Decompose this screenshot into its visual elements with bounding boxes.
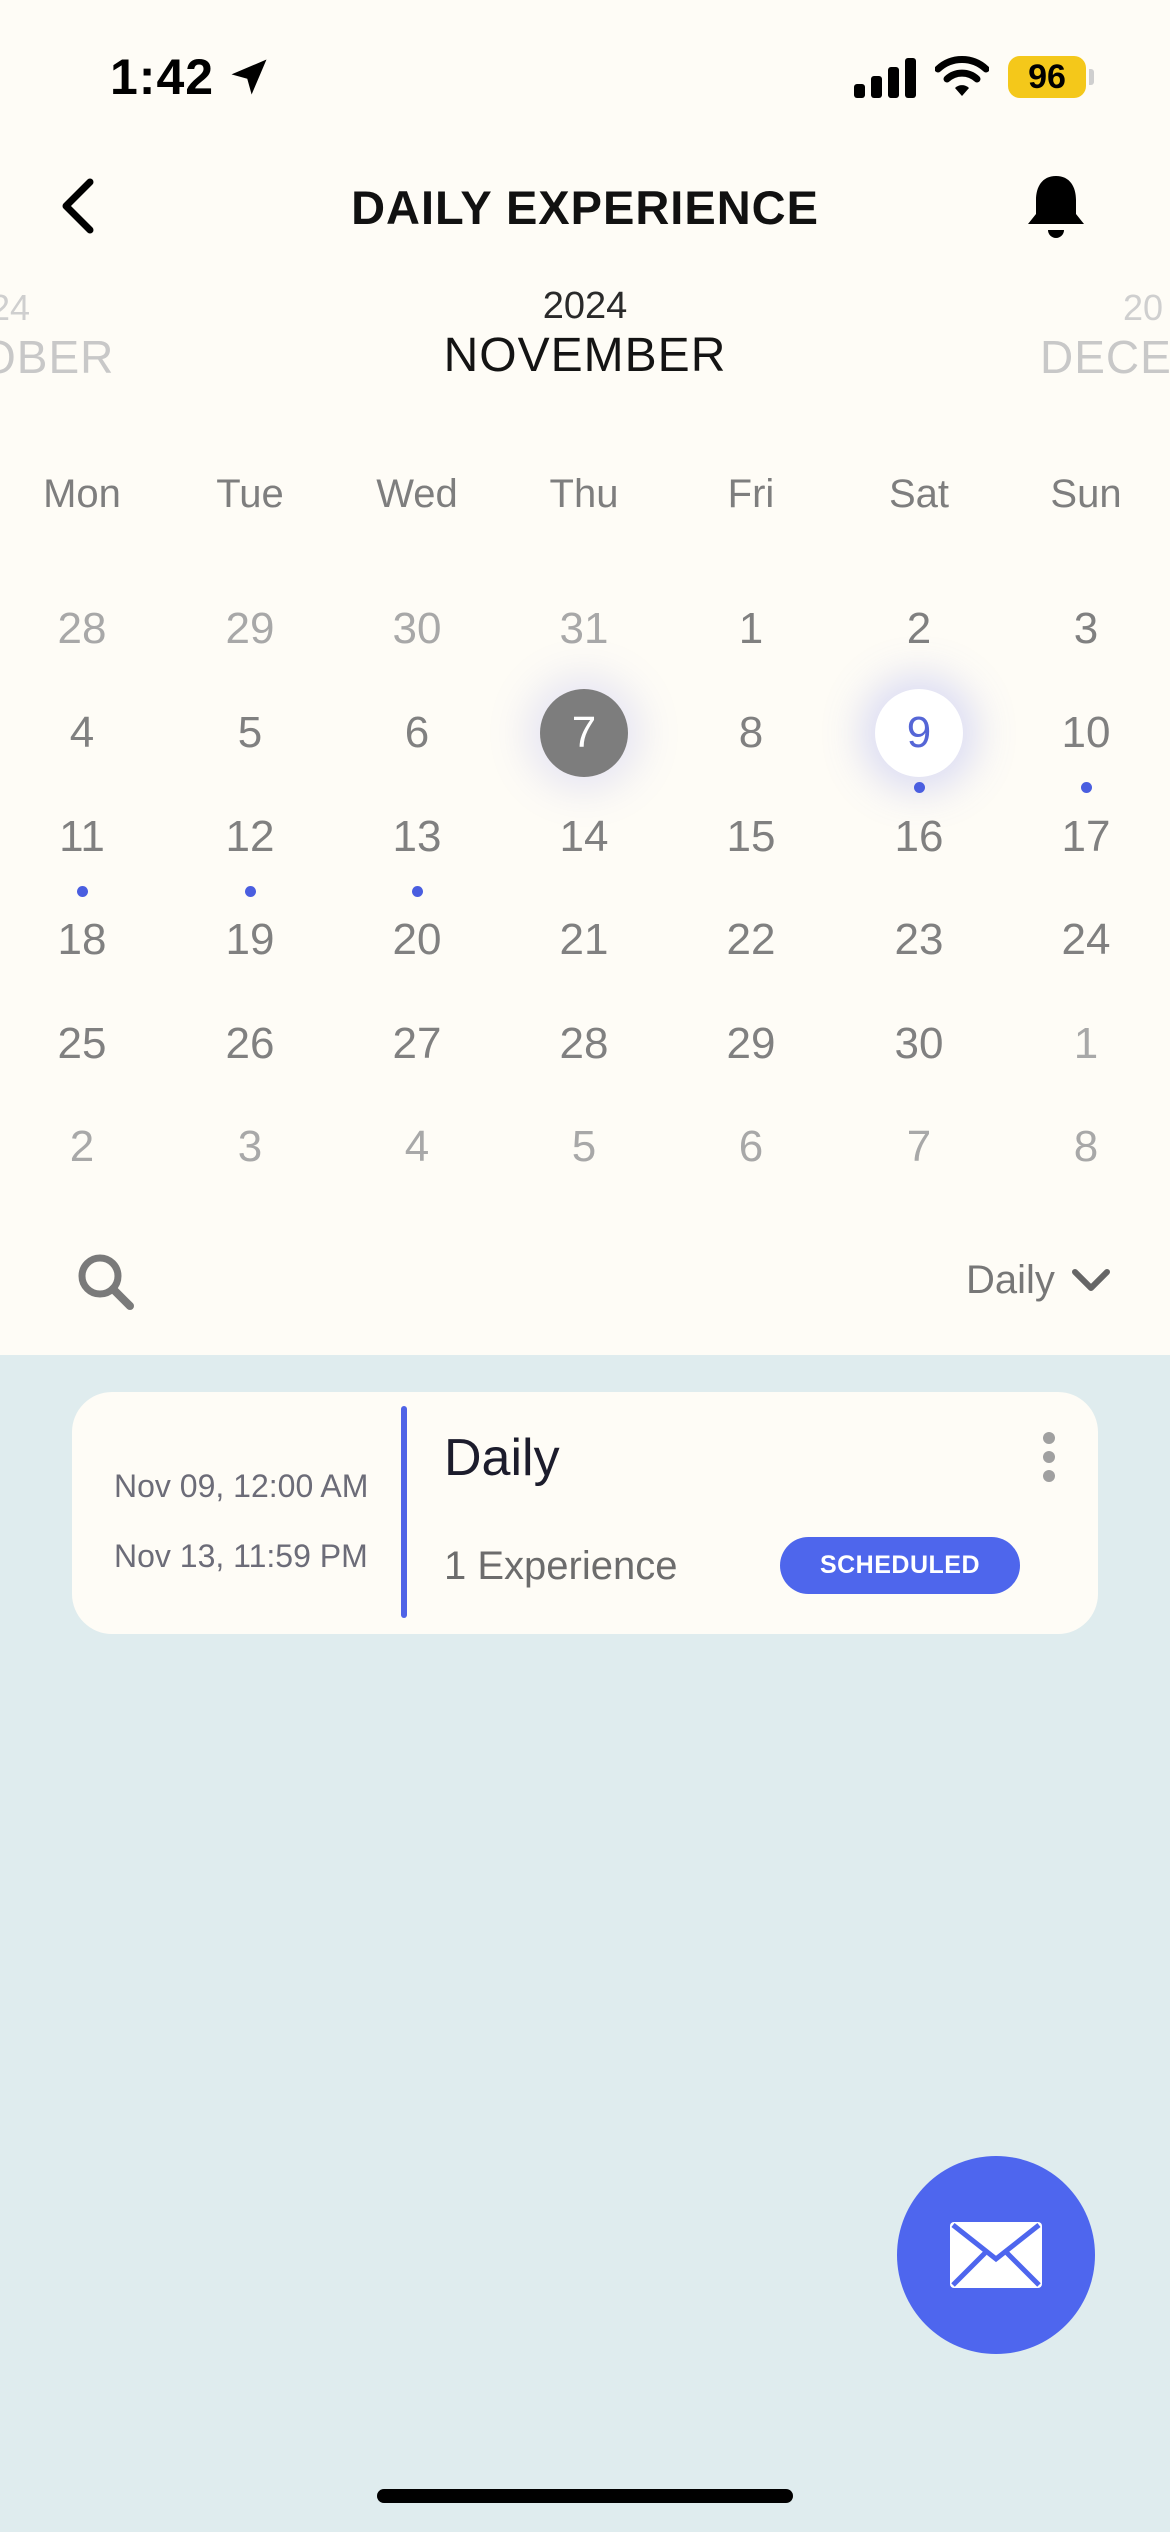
- calendar-day[interactable]: 20: [357, 895, 477, 985]
- status-time: 1:42: [110, 49, 215, 105]
- battery-tip: [1089, 69, 1094, 85]
- calendar-day[interactable]: 29: [190, 584, 310, 674]
- battery-indicator: 96: [1008, 56, 1086, 98]
- weekday-sat: Sat: [888, 472, 950, 516]
- calendar-day[interactable]: 15: [691, 792, 811, 882]
- next-month[interactable]: DECE: [1040, 330, 1170, 384]
- calendar-day[interactable]: 5: [524, 1102, 644, 1192]
- current-year: 2024: [542, 285, 628, 327]
- compose-message-button[interactable]: [897, 2156, 1095, 2354]
- weekday-tue: Tue: [216, 472, 284, 516]
- calendar-day[interactable]: 19: [190, 895, 310, 985]
- calendar-day[interactable]: 1: [1026, 999, 1146, 1089]
- weekday-mon: Mon: [43, 472, 121, 516]
- calendar-day[interactable]: 23: [859, 895, 979, 985]
- status-badge: SCHEDULED: [780, 1537, 1020, 1594]
- calendar-day[interactable]: 16: [859, 792, 979, 882]
- next-year-label: 20: [1123, 287, 1164, 328]
- notification-bell-icon[interactable]: [1022, 170, 1090, 242]
- weekday-sun: Sun: [1050, 472, 1122, 516]
- home-indicator[interactable]: [377, 2489, 793, 2503]
- calendar-day[interactable]: 5: [190, 688, 310, 778]
- wifi-icon: [935, 56, 989, 96]
- calendar-day[interactable]: 8: [1026, 1102, 1146, 1192]
- calendar-day[interactable]: 22: [691, 895, 811, 985]
- calendar-day[interactable]: 28: [22, 584, 142, 674]
- weekday-thu: Thu: [549, 472, 619, 516]
- event-divider: [401, 1406, 407, 1618]
- weekday-wed: Wed: [376, 472, 458, 516]
- mail-icon: [950, 2222, 1042, 2288]
- calendar-day[interactable]: 7: [859, 1102, 979, 1192]
- calendar-day[interactable]: 29: [691, 999, 811, 1089]
- calendar-day[interactable]: 13: [357, 792, 477, 882]
- calendar-day[interactable]: 7: [540, 689, 628, 777]
- event-experience-count: 1 Experience: [444, 1544, 678, 1588]
- calendar-day[interactable]: 2: [22, 1102, 142, 1192]
- weekday-fri: Fri: [727, 472, 775, 516]
- calendar-day[interactable]: 4: [357, 1102, 477, 1192]
- calendar-day[interactable]: 24: [1026, 895, 1146, 985]
- calendar-day[interactable]: 8: [691, 688, 811, 778]
- calendar-day[interactable]: 18: [22, 895, 142, 985]
- calendar-day[interactable]: 11: [22, 792, 142, 882]
- calendar-day[interactable]: 3: [1026, 584, 1146, 674]
- search-icon[interactable]: [74, 1250, 138, 1314]
- location-arrow-icon: [231, 59, 267, 95]
- cellular-signal-icon: [854, 58, 916, 98]
- calendar-day[interactable]: 30: [859, 999, 979, 1089]
- more-options-icon[interactable]: [1036, 1430, 1062, 1484]
- calendar-day[interactable]: 9: [875, 689, 963, 777]
- calendar-day[interactable]: 17: [1026, 792, 1146, 882]
- calendar-day[interactable]: 10: [1026, 688, 1146, 778]
- calendar-day[interactable]: 6: [357, 688, 477, 778]
- calendar-day[interactable]: 26: [190, 999, 310, 1089]
- calendar-day[interactable]: 3: [190, 1102, 310, 1192]
- calendar-day[interactable]: 1: [691, 584, 811, 674]
- event-end-time: Nov 13, 11:59 PM: [114, 1538, 368, 1574]
- calendar-day[interactable]: 6: [691, 1102, 811, 1192]
- event-card[interactable]: [72, 1392, 1098, 1634]
- calendar-day[interactable]: 28: [524, 999, 644, 1089]
- calendar-day[interactable]: 4: [22, 688, 142, 778]
- calendar-day[interactable]: 27: [357, 999, 477, 1089]
- calendar-day[interactable]: 14: [524, 792, 644, 882]
- event-start-time: Nov 09, 12:00 AM: [114, 1468, 369, 1504]
- view-filter-dropdown[interactable]: Daily: [966, 1258, 1055, 1303]
- current-month[interactable]: NOVEMBER: [0, 328, 1170, 383]
- calendar-day[interactable]: 25: [22, 999, 142, 1089]
- page-title: DAILY EXPERIENCE: [351, 181, 819, 234]
- calendar-day[interactable]: 21: [524, 895, 644, 985]
- event-title: Daily: [444, 1429, 560, 1487]
- calendar-day[interactable]: 30: [357, 584, 477, 674]
- chevron-down-icon[interactable]: [1070, 1265, 1112, 1297]
- calendar-day[interactable]: 31: [524, 584, 644, 674]
- calendar-day[interactable]: 12: [190, 792, 310, 882]
- calendar-day[interactable]: 2: [859, 584, 979, 674]
